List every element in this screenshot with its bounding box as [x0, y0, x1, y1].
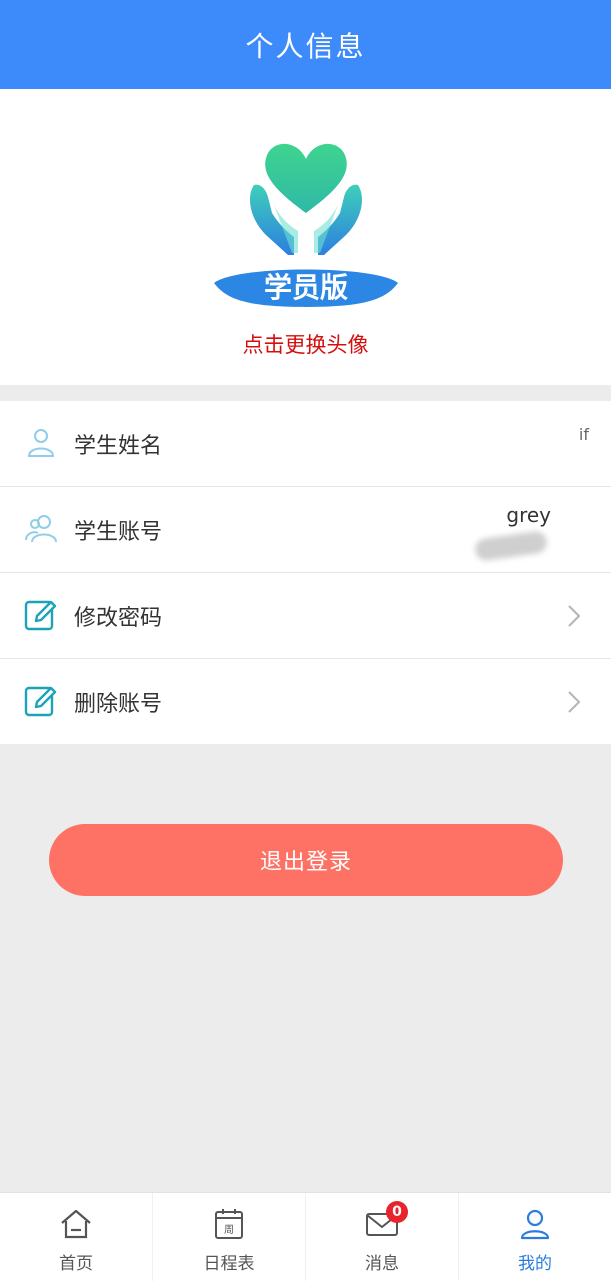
- tab-label: 消息: [365, 1254, 399, 1274]
- row-student-account[interactable]: 学生账号 grey: [0, 487, 611, 573]
- app-logo[interactable]: 学员版: [206, 135, 406, 315]
- tab-messages[interactable]: 0 消息: [306, 1193, 459, 1281]
- page-title: 个人信息: [245, 29, 366, 63]
- profile-icon: [520, 1209, 550, 1240]
- calendar-icon-text: 周: [224, 1224, 234, 1236]
- avatar-section: 学员版 点击更换头像: [0, 89, 611, 385]
- student-account-value: grey: [506, 503, 551, 527]
- row-label: 学生姓名: [74, 433, 163, 459]
- user-icon: [27, 429, 55, 457]
- tab-mine[interactable]: 我的: [459, 1193, 611, 1281]
- tab-label: 首页: [59, 1254, 93, 1274]
- tab-schedule[interactable]: 周 日程表: [153, 1193, 306, 1281]
- redacted-blur: [473, 530, 549, 562]
- row-label: 删除账号: [74, 691, 163, 717]
- student-name-value: if: [578, 425, 589, 444]
- logout-button[interactable]: 退出登录: [49, 824, 563, 896]
- tab-label: 日程表: [203, 1254, 255, 1274]
- bottom-tab-bar: 首页 周 日程表 0 消息 我的: [0, 1192, 611, 1281]
- tab-home[interactable]: 首页: [0, 1193, 153, 1281]
- change-avatar-link[interactable]: 点击更换头像: [0, 329, 611, 359]
- chevron-right-icon: [568, 691, 581, 713]
- info-list: 学生姓名 if 学生账号 grey 修改密码 删除账号: [0, 401, 611, 744]
- row-change-password[interactable]: 修改密码: [0, 573, 611, 659]
- logo-text: 学员版: [264, 271, 348, 304]
- row-label: 修改密码: [74, 605, 163, 631]
- edit-icon: [24, 686, 57, 717]
- row-delete-account[interactable]: 删除账号: [0, 659, 611, 744]
- row-student-name[interactable]: 学生姓名 if: [0, 401, 611, 487]
- row-label: 学生账号: [74, 519, 163, 545]
- chevron-right-icon: [568, 605, 581, 627]
- home-icon: [61, 1209, 91, 1239]
- page-header: 个人信息: [0, 0, 611, 89]
- users-icon: [25, 515, 57, 543]
- message-count-badge: 0: [386, 1201, 408, 1223]
- edit-icon: [24, 600, 57, 631]
- tab-label: 我的: [518, 1254, 552, 1274]
- calendar-icon: 周: [215, 1209, 243, 1239]
